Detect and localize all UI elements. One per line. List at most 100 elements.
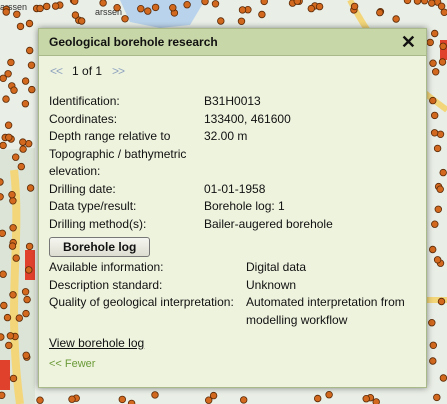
borehole-marker[interactable] [413,0,422,5]
borehole-marker[interactable] [403,0,412,5]
borehole-marker[interactable] [9,291,17,299]
fewer-link[interactable]: << Fewer [49,358,419,370]
borehole-marker[interactable] [28,85,36,94]
borehole-marker[interactable] [11,153,20,161]
borehole-marker[interactable] [22,309,30,318]
borehole-marker[interactable] [0,391,6,399]
borehole-marker[interactable] [438,58,447,66]
borehole-marker[interactable] [0,178,4,186]
borehole-marker[interactable] [209,391,218,400]
borehole-marker[interactable] [426,38,434,47]
borehole-marker[interactable] [239,396,248,404]
borehole-marker[interactable] [431,29,439,38]
borehole-marker[interactable] [2,8,10,16]
borehole-marker[interactable] [71,0,79,5]
borehole-marker[interactable] [21,99,30,108]
borehole-marker[interactable] [433,393,441,402]
borehole-marker[interactable] [19,145,27,153]
borehole-marker[interactable] [429,245,437,254]
borehole-marker[interactable] [434,205,442,213]
borehole-marker[interactable] [26,46,34,55]
borehole-marker[interactable] [2,95,10,103]
borehole-marker[interactable] [9,224,17,232]
borehole-marker[interactable] [428,319,436,327]
borehole-marker[interactable] [71,11,80,19]
borehole-marker[interactable] [237,17,246,25]
borehole-marker[interactable] [3,313,12,322]
borehole-marker[interactable] [436,185,444,193]
borehole-marker[interactable] [9,374,18,383]
borehole-marker[interactable] [420,0,429,5]
borehole-marker[interactable] [0,333,5,341]
borehole-marker[interactable] [0,141,7,150]
borehole-marker[interactable] [238,6,247,14]
borehole-marker[interactable] [439,374,447,382]
borehole-marker[interactable] [376,8,384,17]
borehole-marker[interactable] [201,0,209,6]
borehole-marker[interactable] [127,399,136,404]
borehole-marker[interactable] [6,332,15,340]
borehole-marker[interactable] [43,2,51,11]
view-borehole-log-link[interactable]: View borehole log [49,336,144,350]
borehole-log-button[interactable]: Borehole log [49,237,151,257]
borehole-marker[interactable] [36,396,44,404]
close-icon[interactable]: ✕ [401,33,416,51]
borehole-marker[interactable] [429,96,437,105]
borehole-marker[interactable] [137,4,145,13]
borehole-marker[interactable] [362,395,370,403]
borehole-marker[interactable] [350,2,359,11]
borehole-marker[interactable] [429,357,437,365]
borehole-marker[interactable] [372,398,380,404]
borehole-marker[interactable] [15,314,23,322]
borehole-marker[interactable] [27,61,36,69]
borehole-marker[interactable] [118,395,126,404]
borehole-marker[interactable] [325,391,333,399]
borehole-marker[interactable] [0,229,6,237]
borehole-marker[interactable] [4,121,13,129]
prev-page-button[interactable]: << [50,64,63,78]
borehole-marker[interactable] [293,0,301,5]
borehole-marker[interactable] [25,19,34,28]
borehole-marker[interactable] [437,297,446,306]
borehole-marker[interactable] [211,0,220,8]
borehole-marker[interactable] [432,68,440,76]
borehole-marker[interactable] [9,197,17,205]
borehole-marker[interactable] [217,17,225,25]
borehole-marker[interactable] [8,242,17,250]
borehole-marker[interactable] [25,242,34,251]
borehole-marker[interactable] [429,59,437,67]
borehole-marker[interactable] [431,220,439,228]
borehole-marker[interactable] [440,8,447,16]
borehole-marker[interactable] [7,58,15,67]
borehole-marker[interactable] [437,2,446,11]
borehole-marker[interactable] [392,15,400,23]
borehole-marker[interactable] [307,4,315,13]
borehole-marker[interactable] [0,74,7,82]
borehole-marker[interactable] [5,341,13,350]
borehole-marker[interactable] [77,17,86,25]
borehole-marker[interactable] [314,394,322,403]
borehole-marker[interactable] [26,184,35,192]
borehole-marker[interactable] [0,301,8,310]
borehole-marker[interactable] [260,0,268,6]
borehole-marker[interactable] [99,0,107,7]
borehole-marker[interactable] [258,10,266,19]
borehole-marker[interactable] [151,3,160,12]
borehole-marker[interactable] [5,133,13,141]
borehole-marker[interactable] [25,266,33,274]
borehole-marker[interactable] [68,395,76,403]
borehole-marker[interactable] [121,15,129,23]
borehole-marker[interactable] [433,256,442,264]
next-page-button[interactable]: >> [112,64,125,78]
borehole-marker[interactable] [183,0,191,9]
borehole-marker[interactable] [144,7,152,15]
borehole-marker[interactable] [151,391,159,399]
borehole-marker[interactable] [12,254,20,262]
borehole-marker[interactable] [429,341,437,349]
borehole-marker[interactable] [51,2,60,10]
borehole-marker[interactable] [17,162,25,171]
borehole-marker[interactable] [13,10,21,18]
borehole-marker[interactable] [439,42,447,50]
borehole-marker[interactable] [315,2,324,11]
borehole-marker[interactable] [431,111,439,120]
